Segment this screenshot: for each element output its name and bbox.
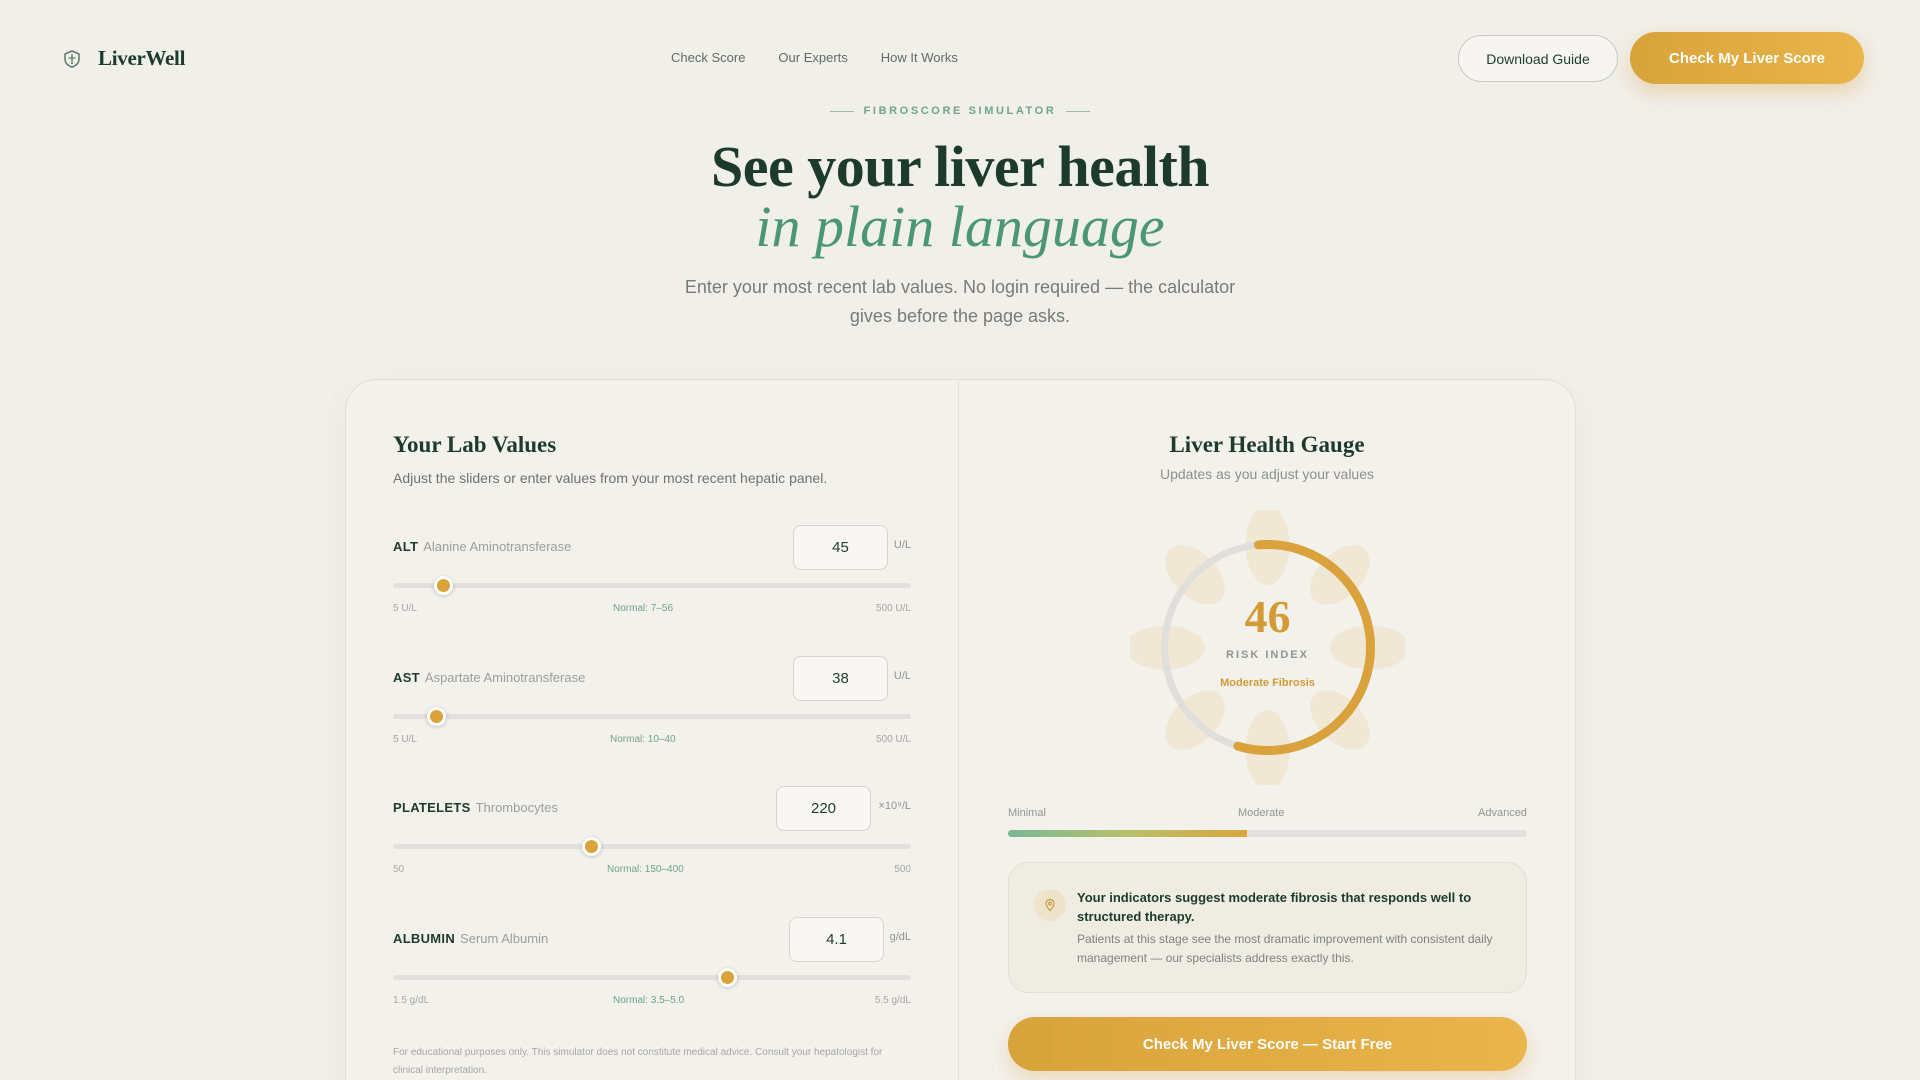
lab-max-label: 500 U/L xyxy=(875,603,911,614)
shield-icon xyxy=(64,49,80,68)
lab-abbr: AST xyxy=(393,670,420,685)
severity-scale-fill xyxy=(1008,830,1247,837)
lab-unit: ×10⁹/L xyxy=(878,800,911,812)
gauge-score: 46 xyxy=(1244,591,1291,642)
lab-fullname: Serum Albumin xyxy=(460,931,549,946)
lab-min-label: 50 xyxy=(393,864,405,875)
panel-divider xyxy=(958,381,959,1080)
brand-logo[interactable]: LiverWell xyxy=(62,46,185,71)
liver-gauge xyxy=(1130,510,1405,785)
scale-label-minimal: Minimal xyxy=(1008,807,1046,819)
lab-panel-subtitle: Adjust the sliders or enter values from … xyxy=(393,470,828,486)
lab-abbr: ALT xyxy=(393,539,419,554)
nav-link-check-score[interactable]: Check Score xyxy=(671,50,745,65)
hero-title-line2: in plain language xyxy=(755,194,1165,259)
lab-unit: g/dL xyxy=(889,931,911,943)
lab-normal-label: Normal: 150–400 xyxy=(607,864,684,875)
lab-unit: U/L xyxy=(893,539,911,551)
scale-label-advanced: Advanced xyxy=(1478,807,1527,819)
lab-abbr: PLATELETS xyxy=(393,800,471,815)
check-liver-score-button[interactable]: Check My Liver Score xyxy=(1630,32,1864,84)
lab-min-label: 5 U/L xyxy=(393,734,417,745)
insight-title: Your indicators suggest moderate fibrosi… xyxy=(1077,890,1472,924)
lab-panel-title: Your Lab Values xyxy=(393,432,557,457)
alt-slider-track[interactable] xyxy=(393,583,911,588)
gauge-panel-title: Liver Health Gauge xyxy=(1169,432,1365,457)
lab-min-label: 1.5 g/dL xyxy=(393,995,430,1006)
lab-label: ALT Alanine Aminotransferase xyxy=(393,539,571,554)
platelets-slider-track[interactable] xyxy=(393,844,911,849)
lab-unit: U/L xyxy=(893,670,911,682)
gauge-score-label: RISK INDEX xyxy=(1226,649,1309,661)
start-free-button[interactable]: Check My Liver Score — Start Free xyxy=(1008,1017,1527,1071)
nav-links: Check Score Our Experts How It Works xyxy=(671,50,958,65)
severity-scale-bar xyxy=(1008,830,1527,837)
brand-name: LiverWell xyxy=(98,46,186,70)
gauge-panel-subtitle: Updates as you adjust your values xyxy=(1159,466,1374,482)
hero-eyebrow: FIBROSCORE SIMULATOR xyxy=(0,105,1920,117)
alt-value-input[interactable]: 45 xyxy=(793,525,888,570)
platelets-value-input[interactable]: 220 xyxy=(776,786,871,831)
platelets-slider-handle[interactable] xyxy=(581,837,601,856)
ast-slider-handle[interactable] xyxy=(426,707,446,726)
nav-link-our-experts[interactable]: Our Experts xyxy=(778,50,847,65)
download-guide-button[interactable]: Download Guide xyxy=(1458,35,1618,82)
ast-slider-track[interactable] xyxy=(393,714,911,719)
albumin-slider-handle[interactable] xyxy=(717,968,737,987)
insight-card: Your indicators suggest moderate fibrosi… xyxy=(1008,862,1527,993)
lab-max-label: 500 U/L xyxy=(875,734,911,745)
lab-normal-label: Normal: 7–56 xyxy=(613,603,674,614)
lab-min-label: 5 U/L xyxy=(393,603,417,614)
location-pin-icon xyxy=(1034,889,1066,921)
lab-max-label: 5.5 g/dL xyxy=(874,995,911,1006)
nav-link-how-it-works[interactable]: How It Works xyxy=(881,50,958,65)
insight-body: Patients at this stage see the most dram… xyxy=(1077,932,1493,965)
lab-fullname: Alanine Aminotransferase xyxy=(423,539,572,554)
albumin-slider-track[interactable] xyxy=(393,975,911,980)
lab-label: ALBUMIN Serum Albumin xyxy=(393,931,548,946)
hero-subtitle: Enter your most recent lab values. No lo… xyxy=(684,277,1236,326)
lab-abbr: ALBUMIN xyxy=(393,931,456,946)
medical-disclaimer: For educational purposes only. This simu… xyxy=(393,1047,883,1076)
lab-normal-label: Normal: 3.5–5.0 xyxy=(613,995,685,1006)
ast-value-input[interactable]: 38 xyxy=(793,656,888,701)
gauge-stage: Moderate Fibrosis xyxy=(1220,677,1315,689)
lab-fullname: Thrombocytes xyxy=(475,800,558,815)
lab-normal-label: Normal: 10–40 xyxy=(610,734,676,745)
albumin-value-input[interactable]: 4.1 xyxy=(789,917,884,962)
lab-label: PLATELETS Thrombocytes xyxy=(393,800,558,815)
lab-max-label: 500 xyxy=(894,864,911,875)
hero-title-line1: See your liver health xyxy=(710,134,1210,199)
scale-label-moderate: Moderate xyxy=(1238,807,1285,819)
lab-fullname: Aspartate Aminotransferase xyxy=(424,670,586,685)
lab-label: AST Aspartate Aminotransferase xyxy=(393,670,585,685)
top-nav: LiverWell Check Score Our Experts How It… xyxy=(0,0,1920,116)
gauge-petal-decoration xyxy=(1130,510,1405,785)
